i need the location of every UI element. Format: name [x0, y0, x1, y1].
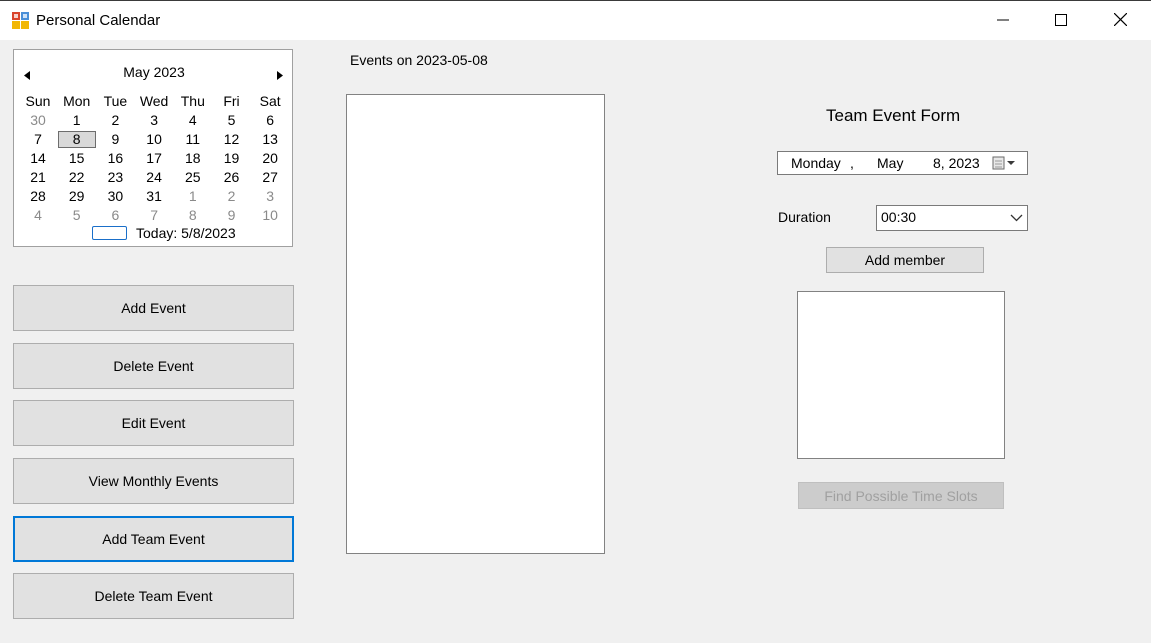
calendar-day[interactable]: 30 [96, 187, 134, 206]
edit-event-button[interactable]: Edit Event [13, 400, 294, 446]
weekday-label: Tue [103, 93, 128, 109]
calendar-day[interactable]: 6 [251, 111, 289, 130]
window-title: Personal Calendar [36, 12, 161, 29]
maximize-button[interactable] [1033, 1, 1089, 41]
add-event-button[interactable]: Add Event [13, 285, 294, 331]
duration-label: Duration [778, 209, 831, 225]
calendar-week-row: 7 8 9 10 11 12 13 [14, 130, 294, 149]
find-possible-time-slots-button[interactable]: Find Possible Time Slots [798, 482, 1004, 509]
calendar-week-row: 4 5 6 7 8 9 10 [14, 206, 294, 225]
calendar-weekday-row: Sun Mon Tue Wed Thu Fri Sat [14, 92, 294, 111]
weekday-label: Wed [139, 93, 169, 109]
calendar-day[interactable]: 3 [135, 111, 173, 130]
weekday-label: Sat [259, 93, 281, 109]
calendar-week-row: 21 22 23 24 25 26 27 [14, 168, 294, 187]
today-label[interactable]: Today: 5/8/2023 [136, 225, 236, 241]
calendar-day[interactable]: 9 [213, 206, 251, 225]
date-picker-separator: , [850, 155, 854, 171]
calendar-day[interactable]: 12 [213, 130, 251, 149]
next-month-icon[interactable] [277, 67, 284, 83]
minimize-icon [997, 13, 1009, 29]
calendar-day[interactable]: 25 [174, 168, 212, 187]
weekday-label: Thu [180, 93, 205, 109]
add-team-event-button[interactable]: Add Team Event [13, 516, 294, 562]
delete-team-event-button[interactable]: Delete Team Event [13, 573, 294, 619]
calendar-day-selected[interactable]: 8 [57, 131, 96, 148]
team-event-date-picker[interactable]: Monday , May 8, 2023 [777, 151, 1028, 175]
calendar-day[interactable]: 7 [135, 206, 173, 225]
calendar-day[interactable]: 20 [251, 149, 289, 168]
calendar-day[interactable]: 1 [58, 111, 96, 130]
calendar-week-row: 14 15 16 17 18 19 20 [14, 149, 294, 168]
minimize-button[interactable] [975, 1, 1031, 41]
date-picker-day-year[interactable]: 8, 2023 [933, 155, 980, 171]
calendar-day[interactable]: 16 [96, 149, 134, 168]
duration-select[interactable]: 00:30 [876, 205, 1028, 231]
calendar-day[interactable]: 1 [174, 187, 212, 206]
calendar-day[interactable]: 21 [19, 168, 57, 187]
calendar-week-row: 28 29 30 31 1 2 3 [14, 187, 294, 206]
team-event-form-title: Team Event Form [826, 106, 961, 125]
today-link[interactable]: Today: 5/8/2023 [14, 225, 294, 244]
calendar-header: May 2023 [14, 64, 294, 82]
events-listbox[interactable] [346, 94, 605, 554]
calendar-day[interactable]: 10 [135, 130, 173, 149]
calendar-day[interactable]: 17 [135, 149, 173, 168]
date-picker-weekday[interactable]: Monday [791, 155, 841, 171]
calendar-day[interactable]: 4 [174, 111, 212, 130]
calendar-day[interactable]: 5 [213, 111, 251, 130]
delete-event-button[interactable]: Delete Event [13, 343, 294, 389]
calendar-day[interactable]: 18 [174, 149, 212, 168]
calendar-day[interactable]: 14 [19, 149, 57, 168]
calendar-day[interactable]: 26 [213, 168, 251, 187]
calendar-day[interactable]: 13 [251, 130, 289, 149]
calendar-day[interactable]: 24 [135, 168, 173, 187]
calendar-day[interactable]: 27 [251, 168, 289, 187]
calendar-day[interactable]: 28 [19, 187, 57, 206]
calendar-day[interactable]: 10 [251, 206, 289, 225]
team-members-listbox[interactable] [797, 291, 1005, 459]
date-picker-month[interactable]: May [877, 155, 903, 171]
calendar-day[interactable]: 6 [96, 206, 134, 225]
close-button[interactable] [1092, 1, 1148, 41]
chevron-down-icon[interactable] [1010, 211, 1023, 227]
calendar-day[interactable]: 11 [174, 130, 212, 149]
close-icon [1113, 12, 1127, 29]
calendar-dropdown-icon[interactable] [992, 155, 1016, 174]
calendar-day[interactable]: 30 [19, 111, 57, 130]
title-bar: Personal Calendar [0, 0, 1151, 40]
duration-value: 00:30 [881, 209, 917, 225]
maximize-icon [1055, 13, 1067, 29]
calendar-day[interactable]: 3 [251, 187, 289, 206]
calendar-day[interactable]: 7 [19, 130, 57, 149]
calendar-day[interactable]: 9 [96, 130, 134, 149]
calendar-day[interactable]: 5 [58, 206, 96, 225]
month-calendar[interactable]: May 2023 Sun Mon Tue Wed Thu Fri Sat 30 1 2 3 4 5 6 7 8… [13, 49, 293, 247]
calendar-day[interactable]: 15 [58, 149, 96, 168]
weekday-label: Mon [63, 93, 91, 109]
calendar-month-label[interactable]: May 2023 [14, 64, 294, 80]
weekday-label: Fri [223, 93, 240, 109]
calendar-day[interactable]: 4 [19, 206, 57, 225]
calendar-day[interactable]: 19 [213, 149, 251, 168]
calendar-day[interactable]: 8 [174, 206, 212, 225]
today-marker [92, 226, 127, 240]
events-date-label: Events on 2023-05-08 [350, 52, 488, 68]
calendar-day[interactable]: 23 [96, 168, 134, 187]
weekday-label: Sun [25, 93, 51, 109]
calendar-app-icon [12, 12, 29, 29]
calendar-day[interactable]: 22 [58, 168, 96, 187]
calendar-day[interactable]: 2 [96, 111, 134, 130]
calendar-day[interactable]: 31 [135, 187, 173, 206]
view-monthly-events-button[interactable]: View Monthly Events [13, 458, 294, 504]
add-member-button[interactable]: Add member [826, 247, 984, 273]
calendar-day[interactable]: 29 [58, 187, 96, 206]
calendar-week-row: 30 1 2 3 4 5 6 [14, 111, 294, 130]
calendar-day[interactable]: 2 [213, 187, 251, 206]
